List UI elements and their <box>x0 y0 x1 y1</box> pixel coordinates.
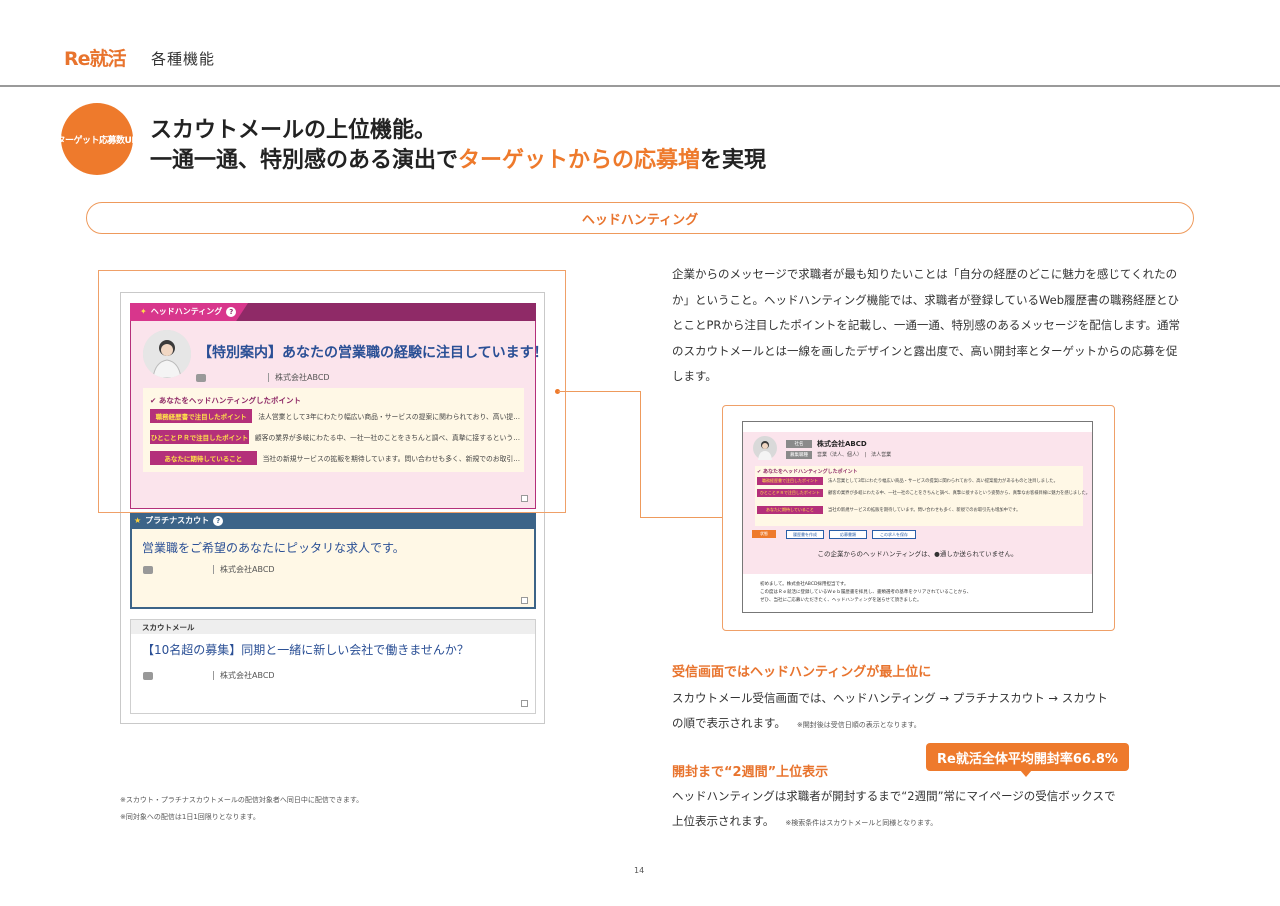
detail-points-title-text: あなたをヘッドハンティングしたポイント <box>762 469 858 475</box>
platinum-tab-label: ★ プラチナスカウト ? <box>134 515 224 526</box>
help-icon[interactable]: ? <box>213 515 224 526</box>
avatar <box>753 436 777 460</box>
detail-point-label: あなたに期待していること <box>757 506 823 514</box>
detail-notice: この企業からのヘッドハンティングは、●通しか送られていません。 <box>817 550 1018 558</box>
platinum-tab-text: プラチナスカウト <box>145 516 210 525</box>
headline-line2: 一通一通、特別感のある演出でターゲットからの応募増を実現 <box>150 142 766 174</box>
section-label: 各種機能 <box>151 50 216 68</box>
footnote: ※同対象への配信は1日1回限りとなります。 <box>120 813 260 821</box>
section1-note: ※開封後は受信日順の表示となります。 <box>796 721 921 729</box>
detail-points-title: ✔ あなたをヘッドハンティングしたポイント <box>757 468 858 475</box>
detail-company: 株式会社ABCD <box>817 440 867 448</box>
job-tag: 募集職種 <box>786 451 812 459</box>
company-tag: 社名 <box>786 440 812 448</box>
section1-line2-wrap: の順で表示されます。 ※開封後は受信日順の表示となります。 <box>672 711 1108 738</box>
detail-point-row: 職務経歴書で注目したポイント 法人営業として3年にわたり幅広い商品・サービスの提… <box>757 477 1058 485</box>
open-rate-callout: Re就活全体平均開封率66.8% <box>926 743 1129 771</box>
headline-line1: スカウトメールの上位機能。 <box>150 118 437 143</box>
highlight-frame <box>98 270 566 513</box>
badge-label: ターゲット応募数UP <box>56 135 138 146</box>
message-line: 初めまして。株式会社ABCD採用担当です。 <box>760 582 849 587</box>
scout-tab-label: スカウトメール <box>142 623 195 632</box>
resume-button[interactable]: 履歴書を作成 <box>786 530 824 539</box>
detail-point-text: 法人営業として3年にわたり幅広い商品・サービスの提案に関わられており、高い提案能… <box>828 479 1058 484</box>
connector-line <box>558 391 640 392</box>
section1-line1: スカウトメール受信画面では、ヘッドハンティング → プラチナスカウト → スカウ… <box>672 691 1108 705</box>
section2-line1: ヘッドハンティングは求職者が開封するまで“2週間”常にマイページの受信ボックスで <box>672 789 1116 803</box>
section1-line2: の順で表示されます。 <box>672 716 786 730</box>
select-checkbox[interactable] <box>521 700 528 707</box>
connector-line <box>640 391 641 518</box>
person-icon <box>758 441 772 460</box>
detail-point-row: ひとことＰＲで注目したポイント 顧客の業界が多岐にわたる中、一社一社のことをきち… <box>757 489 1090 497</box>
section2-note: ※検索条件はスカウトメールと同様となります。 <box>785 819 938 827</box>
detail-point-row: あなたに期待していること 当社の新規サービスの拡販を期待しています。問い合わせも… <box>757 506 1020 514</box>
star-icon: ★ <box>134 516 142 525</box>
separator <box>213 565 214 574</box>
mail-icon <box>143 565 153 574</box>
select-checkbox[interactable] <box>521 597 528 604</box>
page-number: 14 <box>634 866 645 875</box>
header-divider <box>0 85 1280 87</box>
pill-title: ヘッドハンティング <box>581 212 699 228</box>
detail-point-text: 顧客の業界が多岐にわたる中、一社一社のことをきちんと調べ、真摯に接するという姿勢… <box>828 491 1091 496</box>
section2-body: ヘッドハンティングは求職者が開封するまで“2週間”常にマイページの受信ボックスで… <box>672 784 1115 836</box>
section1-title: 受信画面ではヘッドハンティングが最上位に <box>672 665 932 680</box>
section2-line2: 上位表示されます。 <box>672 814 775 828</box>
separator <box>213 671 214 680</box>
message-line: この度はＲｅ就活に登録しているＷｅｂ履歴書を拝見し、書類選考の基準をクリアされて… <box>760 590 972 595</box>
scout-title[interactable]: 【10名超の募集】同期と一緒に新しい会社で働きませんか？ <box>142 641 469 658</box>
brand-logo: Re就活 <box>64 48 127 70</box>
detail-point-label: 職務経歴書で注目したポイント <box>757 477 823 485</box>
status-badge: 状態 <box>752 530 776 538</box>
section2-line2-wrap: 上位表示されます。 ※検索条件はスカウトメールと同様となります。 <box>672 809 1115 836</box>
description-text: 企業からのメッセージで求職者が最も知りたいことは「自分の経歴のどこに魅力を感じて… <box>672 267 1181 384</box>
company-name: 株式会社ABCD <box>220 671 275 680</box>
section2-title: 開封まで“2週間”上位表示 <box>672 765 829 780</box>
message-line: ぜひ、当社にご応募いただきたく、ヘッドハンティングを送らせて頂きました。 <box>760 598 922 603</box>
documents-button[interactable]: 応募書類 <box>829 530 867 539</box>
detail-message: 初めまして。株式会社ABCD採用担当です。 この度はＲｅ就活に登録しているＷｅｂ… <box>760 581 1080 605</box>
footnote: ※スカウト・プラチナスカウトメールの配信対象者へ同日中に配信できます。 <box>120 796 364 804</box>
headline-prefix: 一通一通、特別感のある演出で <box>150 148 459 173</box>
company-name: 株式会社ABCD <box>220 565 275 574</box>
platinum-meta: 株式会社ABCD <box>143 564 275 575</box>
section-pill: ヘッドハンティング <box>86 202 1194 234</box>
detail-job: 営業（法人、個人） | 法人営業 <box>817 452 892 458</box>
save-job-button[interactable]: この求人を保存 <box>872 530 916 539</box>
headline-suffix: を実現 <box>700 148 767 173</box>
detail-point-label: ひとことＰＲで注目したポイント <box>757 489 823 497</box>
mail-icon <box>143 671 153 680</box>
detail-point-text: 当社の新規サービスの拡販を期待しています。問い合わせも多く、新規でのお取引先も増… <box>828 508 1021 513</box>
target-badge: ターゲット応募数UP <box>57 106 138 172</box>
platinum-title[interactable]: 営業職をご希望のあなたにピッタリな求人です。 <box>142 539 405 556</box>
callout-tail <box>1020 770 1032 777</box>
connector-line <box>640 517 722 518</box>
headline-highlight: ターゲットからの応募増 <box>458 148 701 173</box>
scout-meta: 株式会社ABCD <box>143 670 275 681</box>
section1-body: スカウトメール受信画面では、ヘッドハンティング → プラチナスカウト → スカウ… <box>672 686 1108 738</box>
